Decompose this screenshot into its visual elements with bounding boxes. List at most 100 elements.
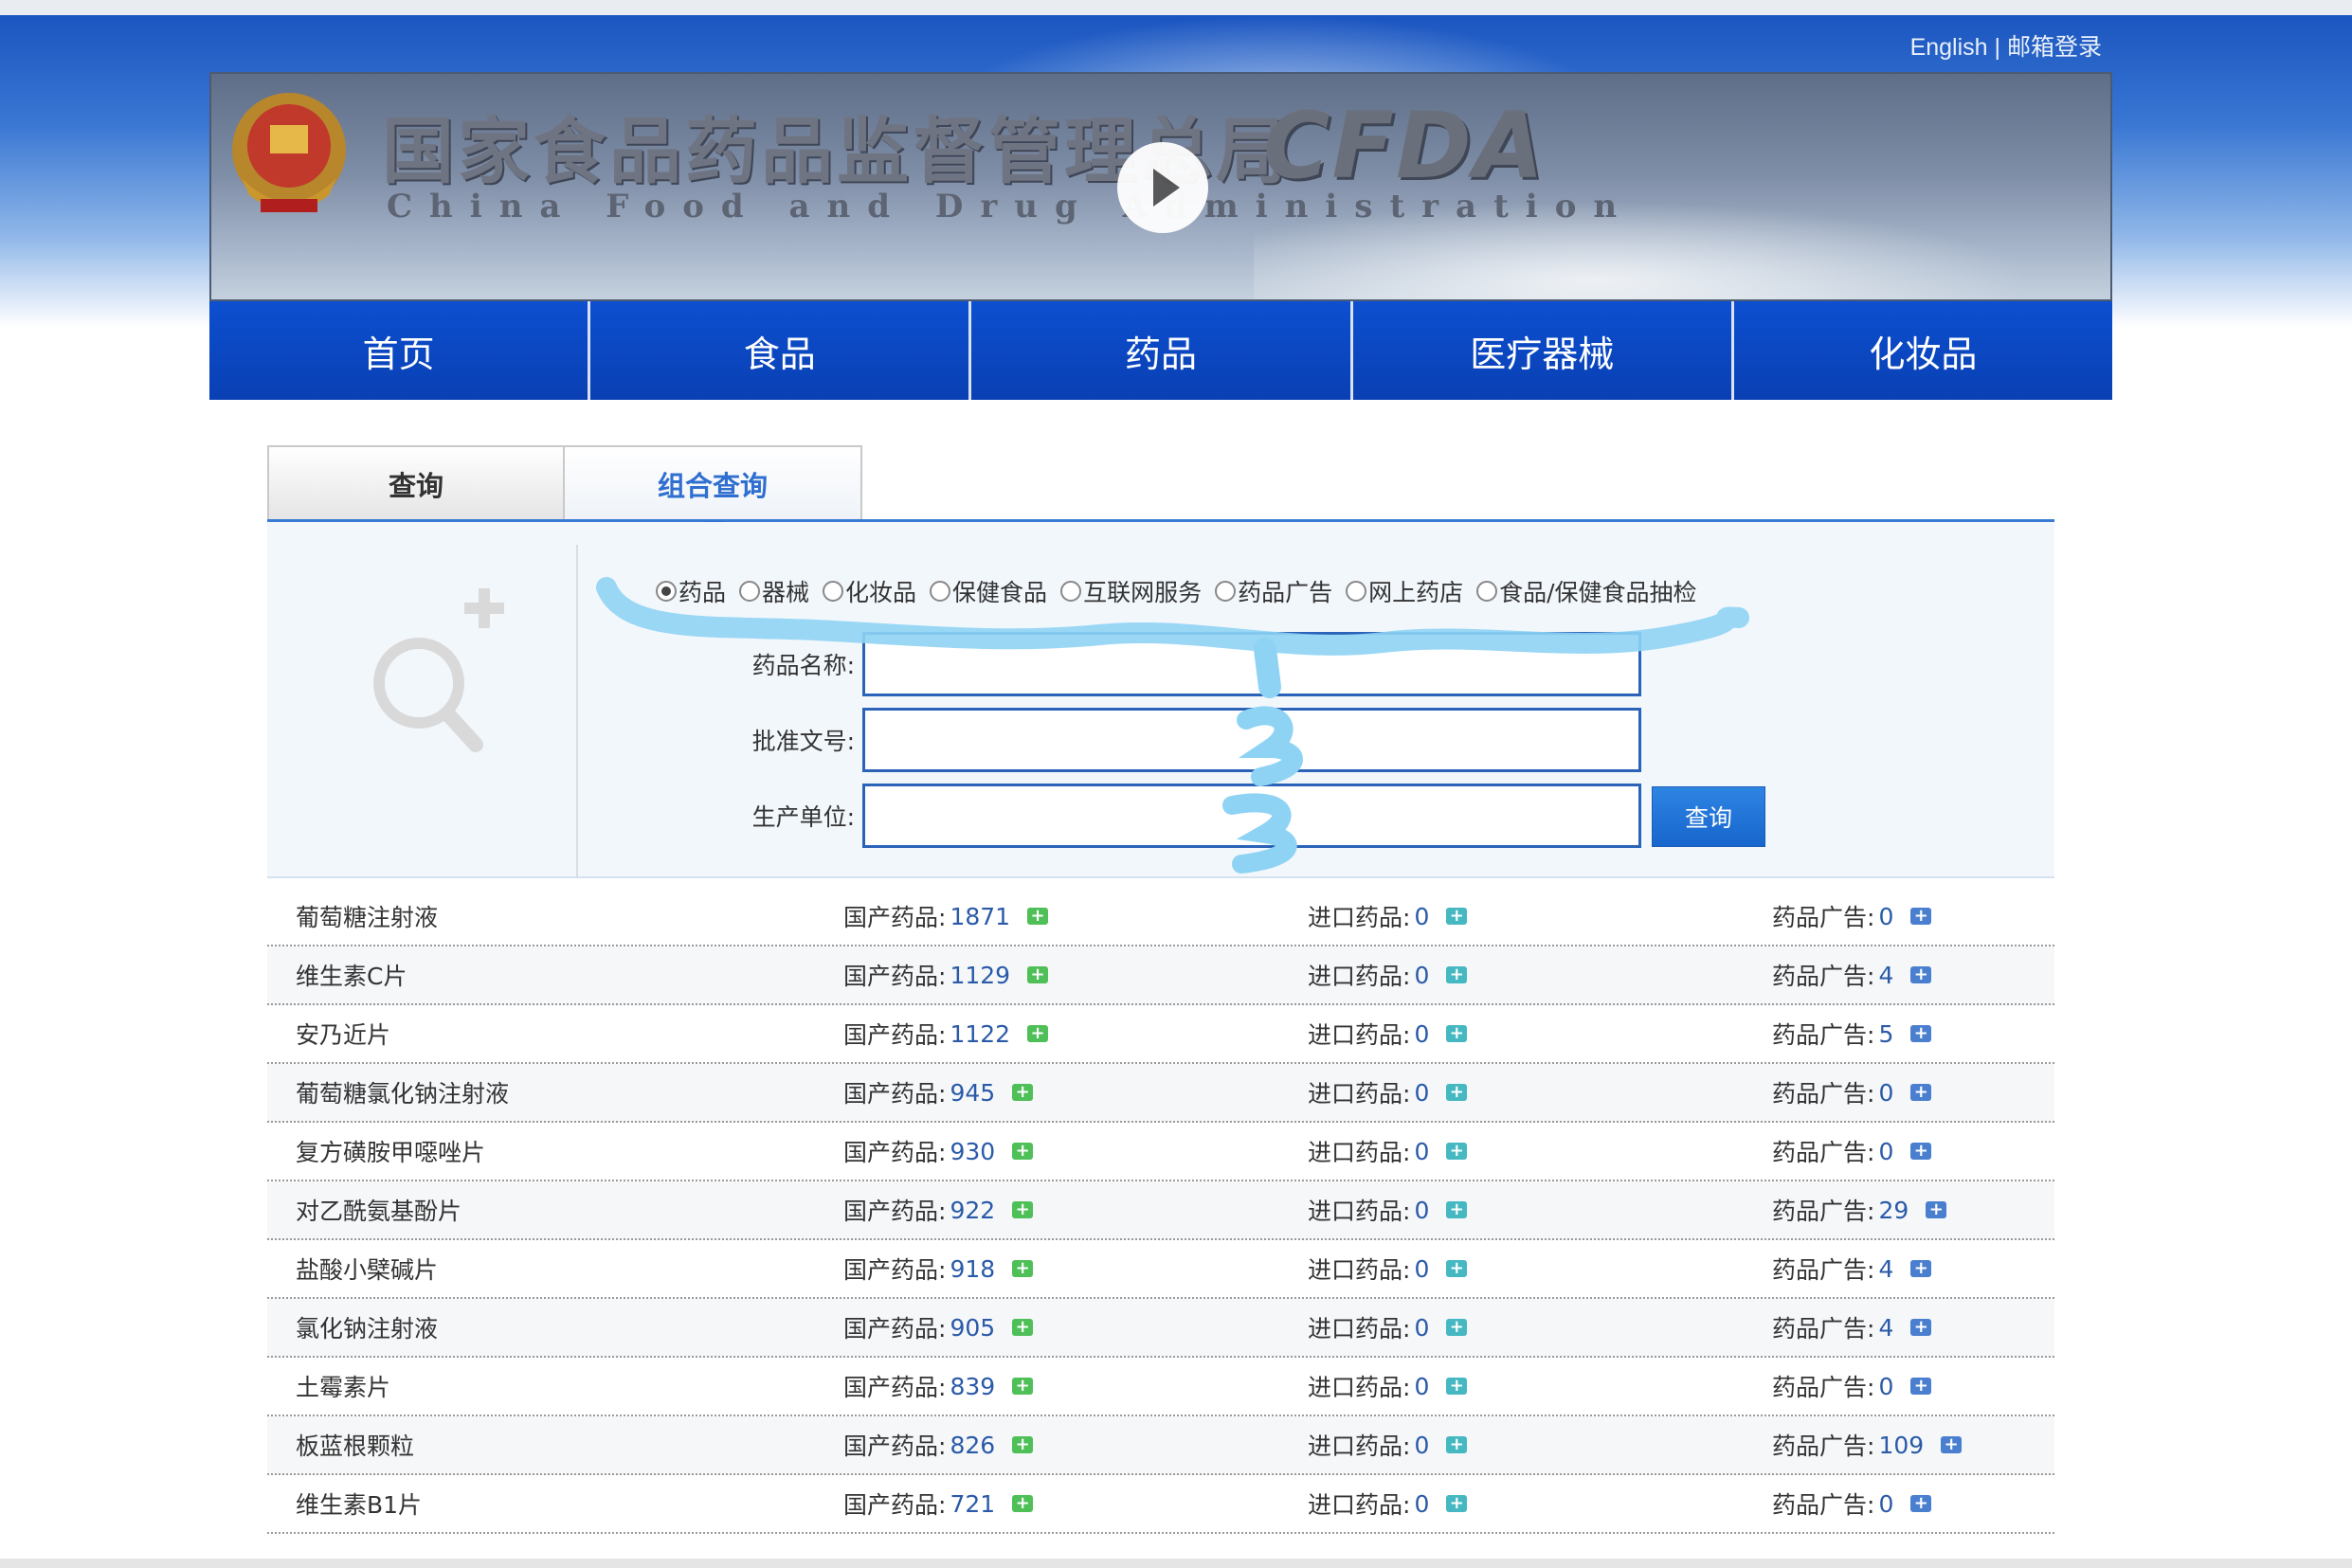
expand-plus-icon[interactable]: + [1910,1260,1932,1277]
manufacturer-input[interactable] [862,784,1641,848]
radio-devices[interactable]: 器械 [739,574,809,608]
domestic-value[interactable]: 945 [950,1079,995,1107]
radio-internet-services[interactable]: 互联网服务 [1060,574,1202,608]
expand-plus-icon[interactable]: + [1012,1495,1034,1512]
ad-value[interactable]: 0 [1878,1490,1893,1518]
radio-unchecked-icon[interactable] [930,581,951,602]
domestic-value[interactable]: 918 [950,1255,995,1283]
expand-plus-icon[interactable]: + [1446,1260,1468,1277]
mail-login-link[interactable]: 邮箱登录 [2007,34,2102,61]
nav-item-food[interactable]: 食品 [590,301,972,400]
drug-name[interactable]: 复方磺胺甲噁唑片 [296,1134,485,1168]
import-value[interactable]: 0 [1414,1314,1429,1342]
radio-unchecked-icon[interactable] [1215,581,1237,602]
tab-query[interactable]: 查询 [267,445,565,521]
expand-plus-icon[interactable]: + [1446,1025,1468,1042]
nav-item-drugs[interactable]: 药品 [971,301,1353,400]
import-value[interactable]: 0 [1414,962,1429,989]
expand-plus-icon[interactable]: + [1446,908,1468,925]
drug-name[interactable]: 维生素B1片 [296,1487,422,1521]
radio-checked-icon[interactable] [656,581,677,602]
drug-name[interactable]: 土霉素片 [296,1369,390,1403]
ad-value[interactable]: 109 [1878,1432,1924,1459]
import-value[interactable]: 0 [1414,1197,1429,1224]
domestic-value[interactable]: 1129 [950,962,1010,989]
drug-name[interactable]: 维生素C片 [296,958,407,992]
import-value[interactable]: 0 [1414,903,1429,930]
domestic-value[interactable]: 721 [950,1490,995,1518]
import-value[interactable]: 0 [1414,1432,1429,1459]
expand-plus-icon[interactable]: + [1027,966,1049,983]
nav-item-medical-devices[interactable]: 医疗器械 [1352,301,1734,400]
expand-plus-icon[interactable]: + [1012,1378,1034,1395]
expand-plus-icon[interactable]: + [1926,1201,1947,1218]
drug-name[interactable]: 葡萄糖氯化钠注射液 [296,1075,509,1109]
expand-plus-icon[interactable]: + [1446,1436,1468,1453]
approval-number-input[interactable] [862,708,1641,772]
expand-plus-icon[interactable]: + [1446,1378,1468,1395]
expand-plus-icon[interactable]: + [1012,1084,1034,1101]
domestic-value[interactable]: 826 [950,1432,995,1459]
nav-item-cosmetics[interactable]: 化妆品 [1733,301,2113,400]
drug-name[interactable]: 安乃近片 [296,1017,390,1051]
import-value[interactable]: 0 [1414,1020,1429,1048]
ad-value[interactable]: 0 [1878,903,1893,930]
expand-plus-icon[interactable]: + [1941,1436,1963,1453]
import-value[interactable]: 0 [1414,1079,1429,1107]
radio-cosmetics[interactable]: 化妆品 [823,574,916,608]
expand-plus-icon[interactable]: + [1910,1378,1932,1395]
english-link[interactable]: English [1910,34,1988,61]
radio-unchecked-icon[interactable] [823,581,844,602]
expand-plus-icon[interactable]: + [1446,1495,1468,1512]
ad-value[interactable]: 4 [1878,1255,1893,1283]
tab-combined-query[interactable]: 组合查询 [565,445,862,521]
expand-plus-icon[interactable]: + [1027,908,1049,925]
radio-unchecked-icon[interactable] [1476,581,1498,602]
expand-plus-icon[interactable]: + [1910,1495,1932,1512]
nav-item-home[interactable]: 首页 [209,301,591,400]
ad-value[interactable]: 0 [1878,1138,1893,1165]
expand-plus-icon[interactable]: + [1446,1084,1468,1101]
ad-value[interactable]: 0 [1878,1373,1893,1400]
import-value[interactable]: 0 [1414,1373,1429,1400]
play-icon[interactable] [1117,142,1208,233]
query-button[interactable]: 查询 [1652,786,1765,847]
expand-plus-icon[interactable]: + [1027,1025,1049,1042]
expand-plus-icon[interactable]: + [1012,1436,1034,1453]
radio-drug-ads[interactable]: 药品广告 [1215,574,1332,608]
radio-unchecked-icon[interactable] [1346,581,1367,602]
ad-value[interactable]: 4 [1878,962,1893,989]
expand-plus-icon[interactable]: + [1446,1143,1468,1160]
expand-plus-icon[interactable]: + [1910,966,1932,983]
expand-plus-icon[interactable]: + [1446,966,1468,983]
domestic-value[interactable]: 905 [950,1314,995,1342]
expand-plus-icon[interactable]: + [1910,1084,1932,1101]
ad-value[interactable]: 0 [1878,1079,1893,1107]
radio-food-sampling[interactable]: 食品/保健食品抽检 [1476,574,1697,608]
domestic-value[interactable]: 922 [950,1197,995,1224]
import-value[interactable]: 0 [1414,1255,1429,1283]
expand-plus-icon[interactable]: + [1446,1319,1468,1336]
import-value[interactable]: 0 [1414,1138,1429,1165]
expand-plus-icon[interactable]: + [1910,1143,1932,1160]
expand-plus-icon[interactable]: + [1012,1201,1034,1218]
drug-name[interactable]: 盐酸小檗碱片 [296,1252,438,1286]
radio-unchecked-icon[interactable] [1060,581,1082,602]
domestic-value[interactable]: 1871 [950,903,1010,930]
expand-plus-icon[interactable]: + [1446,1201,1468,1218]
expand-plus-icon[interactable]: + [1012,1143,1034,1160]
ad-value[interactable]: 29 [1878,1197,1909,1224]
expand-plus-icon[interactable]: + [1910,908,1932,925]
import-value[interactable]: 0 [1414,1490,1429,1518]
domestic-value[interactable]: 839 [950,1373,995,1400]
radio-drugs[interactable]: 药品 [656,574,726,608]
expand-plus-icon[interactable]: + [1012,1319,1034,1336]
drug-name[interactable]: 对乙酰氨基酚片 [296,1193,461,1227]
expand-plus-icon[interactable]: + [1012,1260,1034,1277]
domestic-value[interactable]: 1122 [950,1020,1010,1048]
drug-name[interactable]: 氯化钠注射液 [296,1310,438,1344]
ad-value[interactable]: 4 [1878,1314,1893,1342]
expand-plus-icon[interactable]: + [1910,1319,1932,1336]
drug-name[interactable]: 葡萄糖注射液 [296,899,438,933]
radio-unchecked-icon[interactable] [739,581,761,602]
